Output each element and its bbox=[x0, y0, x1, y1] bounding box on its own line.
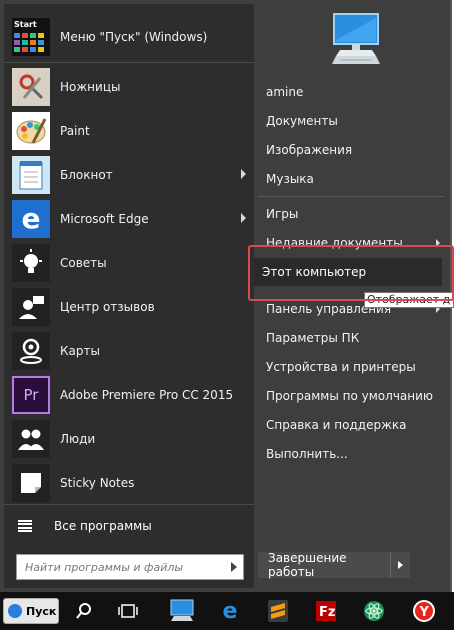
yandex-browser-icon: Y bbox=[413, 600, 435, 622]
people-icon bbox=[12, 420, 50, 458]
program-label: Microsoft Edge bbox=[60, 212, 149, 226]
program-label: Ножницы bbox=[60, 80, 121, 94]
maps-icon bbox=[12, 332, 50, 370]
program-item-adobe-premiere[interactable]: Pr Adobe Premiere Pro CC 2015 bbox=[12, 374, 250, 416]
start-label: Пуск bbox=[26, 604, 57, 618]
feedback-icon bbox=[12, 288, 50, 326]
program-item-microsoft-edge[interactable]: e Microsoft Edge bbox=[12, 198, 250, 240]
start-button[interactable]: Пуск bbox=[3, 598, 59, 624]
sublime-text-icon bbox=[268, 600, 288, 622]
taskbar-sublime-app[interactable] bbox=[258, 592, 298, 630]
sticky-notes-icon bbox=[12, 464, 50, 502]
right-item-user[interactable]: amine bbox=[258, 78, 444, 106]
submenu-arrow-icon bbox=[241, 169, 246, 179]
program-label: Sticky Notes bbox=[60, 476, 135, 490]
edge-icon: e bbox=[12, 200, 50, 238]
lightbulb-icon bbox=[12, 244, 50, 282]
right-item-games[interactable]: Игры bbox=[258, 200, 444, 228]
program-label: Paint bbox=[60, 124, 90, 138]
program-item-feedback-hub[interactable]: Центр отзывов bbox=[12, 286, 250, 328]
right-item-pictures[interactable]: Изображения bbox=[258, 136, 444, 164]
svg-text:Y: Y bbox=[419, 605, 430, 620]
taskbar-atom-app[interactable] bbox=[354, 592, 394, 630]
shutdown-button[interactable]: Завершение работы bbox=[258, 551, 410, 579]
atom-icon bbox=[364, 601, 384, 621]
program-list-pane: Start Меню "Пуск" (Windows) Ножницы Pain… bbox=[4, 4, 254, 588]
right-item-default-programs[interactable]: Программы по умолчанию bbox=[258, 382, 444, 410]
search-input[interactable] bbox=[25, 560, 215, 574]
taskbar-computer-app[interactable] bbox=[162, 592, 202, 630]
taskbar-search-button[interactable] bbox=[64, 592, 104, 630]
search-arrow-icon[interactable] bbox=[231, 562, 237, 572]
taskbar-edge-app[interactable]: e bbox=[210, 592, 250, 630]
taskbar-task-view-button[interactable] bbox=[108, 592, 148, 630]
notepad-icon bbox=[12, 156, 50, 194]
right-item-help-support[interactable]: Справка и поддержка bbox=[258, 411, 444, 439]
shutdown-label: Завершение работы bbox=[268, 551, 347, 579]
scissors-icon bbox=[12, 68, 50, 106]
right-item-music[interactable]: Музыка bbox=[258, 165, 444, 193]
chevron-right-icon bbox=[398, 561, 403, 569]
computer-icon bbox=[170, 599, 194, 621]
program-item-sticky-notes[interactable]: Sticky Notes bbox=[12, 462, 250, 504]
computer-icon bbox=[330, 12, 382, 68]
windows-orb-icon bbox=[8, 604, 22, 618]
program-item-notepad[interactable]: Блокнот bbox=[12, 154, 250, 196]
program-item-maps[interactable]: Карты bbox=[12, 330, 250, 372]
task-view-icon bbox=[118, 604, 138, 618]
program-label: Карты bbox=[60, 344, 100, 358]
highlight-box bbox=[248, 245, 454, 301]
all-programs-label: Все программы bbox=[54, 519, 152, 533]
program-label: Советы bbox=[60, 256, 107, 270]
paint-palette-icon bbox=[12, 112, 50, 150]
list-icon bbox=[18, 520, 32, 532]
shutdown-options-button[interactable] bbox=[390, 552, 410, 578]
right-item-documents[interactable]: Документы bbox=[258, 107, 444, 135]
program-label: Люди bbox=[60, 432, 96, 446]
program-label: Центр отзывов bbox=[60, 300, 155, 314]
start-menu-tiles-icon: Start bbox=[12, 18, 50, 56]
premiere-icon: Pr bbox=[12, 376, 50, 414]
divider bbox=[4, 62, 254, 63]
program-item-tips[interactable]: Советы bbox=[12, 242, 250, 284]
submenu-arrow-icon bbox=[241, 213, 246, 223]
filezilla-icon: Fz bbox=[316, 601, 336, 621]
right-item-pc-settings[interactable]: Параметры ПК bbox=[258, 324, 444, 352]
program-item-people[interactable]: Люди bbox=[12, 418, 250, 460]
program-item-paint[interactable]: Paint bbox=[12, 110, 250, 152]
svg-text:Fz: Fz bbox=[319, 605, 335, 620]
program-item-start-menu[interactable]: Start Меню "Пуск" (Windows) bbox=[12, 16, 250, 58]
program-item-snipping-tool[interactable]: Ножницы bbox=[12, 66, 250, 108]
search-box[interactable] bbox=[16, 554, 244, 580]
search-icon bbox=[76, 603, 91, 619]
program-label: Меню "Пуск" (Windows) bbox=[60, 30, 208, 44]
program-label: Adobe Premiere Pro CC 2015 bbox=[60, 388, 234, 402]
taskbar-filezilla-app[interactable]: Fz bbox=[306, 592, 346, 630]
right-item-devices-printers[interactable]: Устройства и принтеры bbox=[258, 353, 444, 381]
divider bbox=[4, 504, 254, 505]
taskbar: e Fz Y bbox=[0, 592, 454, 630]
taskbar-yandex-app[interactable]: Y bbox=[404, 592, 444, 630]
program-label: Блокнот bbox=[60, 168, 113, 182]
divider bbox=[258, 196, 444, 197]
all-programs-button[interactable]: Все программы bbox=[18, 512, 248, 540]
edge-icon: e bbox=[222, 598, 238, 624]
right-item-run[interactable]: Выполнить... bbox=[258, 440, 444, 468]
